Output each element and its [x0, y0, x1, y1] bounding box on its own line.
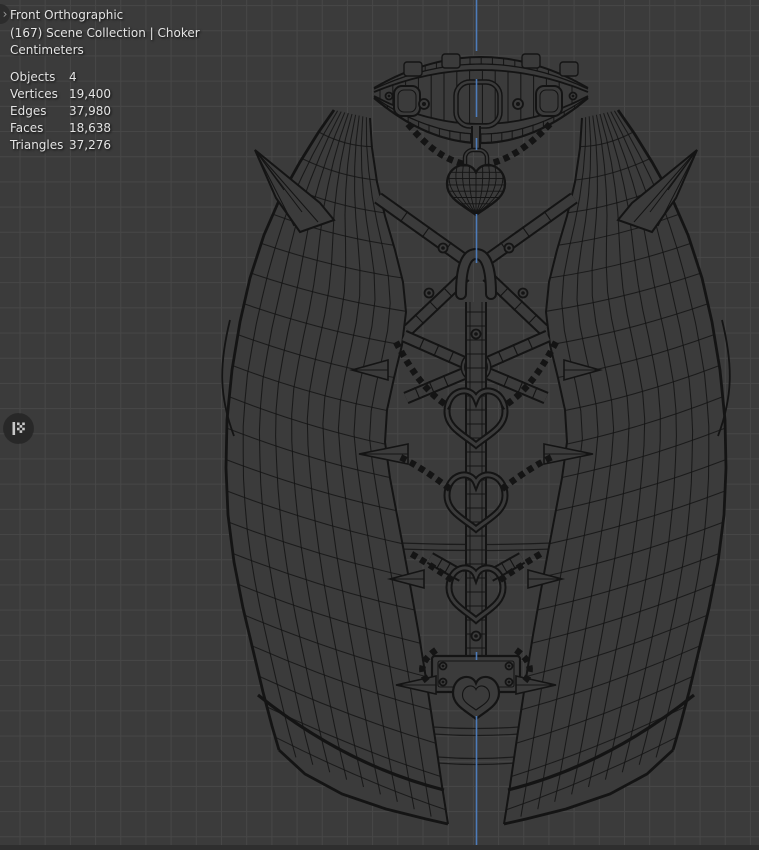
active-tool-button[interactable]: [4, 414, 33, 443]
active-collection-label: (167) Scene Collection | Choker: [10, 25, 200, 40]
stat-label: Faces: [10, 120, 44, 135]
stat-value: 18,638: [69, 120, 111, 135]
stat-label: Edges: [10, 103, 47, 118]
select-box-tool-icon: [12, 422, 25, 435]
view-name-label: Front Orthographic: [10, 8, 124, 22]
stat-value: 4: [69, 69, 77, 84]
chevron-right-icon: ›: [2, 7, 8, 21]
viewport-bottom-edge: [0, 845, 759, 850]
stat-value: 37,980: [69, 103, 111, 118]
stat-label: Triangles: [10, 137, 64, 152]
scene-statistics: Objects 4 Vertices 19,400 Edges 37,980 F…: [10, 69, 200, 152]
stat-value: 19,400: [69, 86, 111, 101]
stat-label: Objects: [10, 69, 56, 84]
3d-viewport[interactable]: Front Orthographic (167) Scene Collectio…: [0, 0, 759, 850]
stat-label: Vertices: [10, 86, 58, 101]
viewport-overlay-text: Front Orthographic (167) Scene Collectio…: [10, 7, 200, 152]
stat-value: 37,276: [69, 137, 111, 152]
units-label: Centimeters: [10, 43, 84, 57]
